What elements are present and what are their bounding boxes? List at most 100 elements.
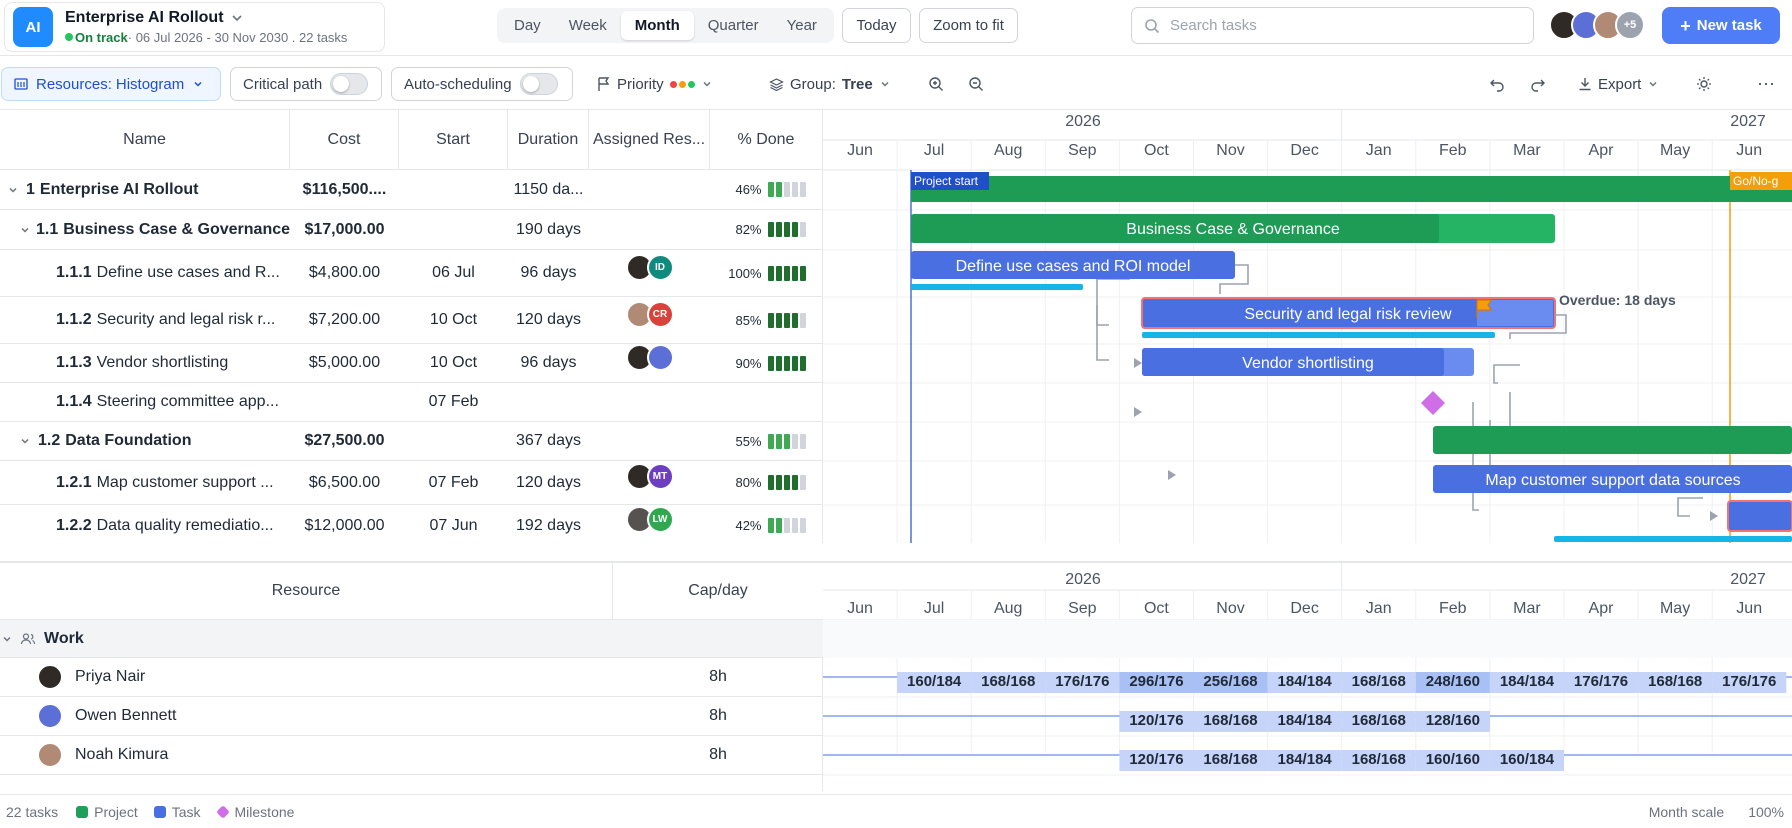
- summary-row[interactable]: 1 Enterprise AI Rollout $116,500.... 1150 d…: [0, 170, 822, 210]
- column-header-2[interactable]: Start: [399, 110, 508, 170]
- summary-row[interactable]: 1.2 Data Foundation $27,500.00 367 days 55%: [0, 422, 822, 461]
- allocation-label: 256/168: [1203, 673, 1257, 690]
- gantt-chart: 2026 2027 Jun Jul Aug Sep Oct Nov Dec Jan Feb Mar Ap…: [823, 110, 1792, 543]
- legend-project: Project: [76, 804, 138, 820]
- more-horizontal-icon: ⋯: [1757, 73, 1776, 94]
- summary-row[interactable]: 1.1 Business Case & Governance $17,000.00 1…: [0, 210, 822, 250]
- capacity-column-header[interactable]: Cap/day: [613, 563, 823, 620]
- resource-group-row[interactable]: Work: [0, 620, 823, 658]
- assigned-cell[interactable]: CR: [589, 297, 710, 343]
- resource-column-header[interactable]: Resource: [0, 563, 613, 620]
- view-month-button[interactable]: Month: [620, 11, 694, 40]
- task-row[interactable]: 1.2.1 Map customer support ... $6,500.00 07…: [0, 461, 822, 505]
- histogram-month-label: Aug: [994, 600, 1022, 617]
- histogram-month-label: Jun: [1736, 600, 1762, 617]
- capacity-cell: 8h: [709, 668, 727, 685]
- allocation-label: 160/184: [1500, 751, 1555, 768]
- column-header-4[interactable]: Assigned Res...: [589, 110, 710, 170]
- summary-bar[interactable]: [1433, 426, 1792, 454]
- cost-cell: $7,200.00: [308, 311, 381, 328]
- task-bar[interactable]: [1727, 500, 1792, 532]
- assigned-cell[interactable]: ID: [589, 250, 710, 296]
- resource-row[interactable]: Owen Bennett 8h: [0, 697, 823, 736]
- allocation-label: 184/184: [1500, 673, 1555, 690]
- avatar: [37, 664, 63, 690]
- milestone-diamond[interactable]: [1421, 391, 1445, 415]
- project-logo: AI: [13, 7, 53, 47]
- zoom-in-button[interactable]: [928, 67, 944, 101]
- progress-mini-bar: [767, 518, 806, 533]
- task-name: Steering committee app...: [96, 393, 279, 410]
- task-grid: Name Cost Start Duration Assigned Res...% Do…: [0, 110, 823, 543]
- assigned-cell[interactable]: [589, 170, 710, 209]
- capacity-cell: 8h: [709, 746, 727, 763]
- critical-path-switch[interactable]: [330, 73, 369, 95]
- histogram-month-label: Apr: [1589, 600, 1615, 617]
- collapse-caret-icon[interactable]: [2, 634, 12, 644]
- today-button[interactable]: Today: [842, 8, 911, 43]
- task-row[interactable]: 1.1.3 Vendor shortlisting $5,000.00 10 Oct 9…: [0, 343, 822, 383]
- histogram-month-label: Jun: [847, 600, 873, 617]
- column-header-3[interactable]: Duration: [508, 110, 589, 170]
- avatar-stack[interactable]: +5: [1549, 10, 1645, 40]
- chevron-down-icon: [192, 78, 204, 90]
- resource-row[interactable]: Noah Kimura 8h: [0, 736, 823, 775]
- undo-button[interactable]: [1489, 67, 1505, 101]
- zoom-to-fit-button[interactable]: Zoom to fit: [919, 8, 1018, 43]
- more-options-button[interactable]: ⋯: [1757, 67, 1776, 101]
- project-card[interactable]: AI Enterprise AI Rollout On track· 06 Ju…: [4, 2, 385, 52]
- status-text: On track: [75, 30, 128, 45]
- task-row[interactable]: 1.1.4 Steering committee app... 07 Feb: [0, 383, 822, 422]
- auto-scheduling-switch[interactable]: [519, 73, 558, 95]
- resource-row[interactable]: Priya Nair 8h: [0, 658, 823, 697]
- group-dropdown[interactable]: Group: Tree: [769, 67, 891, 101]
- view-day-button[interactable]: Day: [500, 11, 555, 40]
- redo-button[interactable]: [1530, 67, 1546, 101]
- cost-cell: $17,000.00: [304, 220, 385, 238]
- name-cell: 1.2.2 Data quality remediatio...: [56, 505, 290, 543]
- assigned-cell[interactable]: [589, 422, 710, 460]
- wbs-number: 1.2.2: [56, 516, 92, 534]
- allocation-label: 160/160: [1426, 751, 1480, 768]
- assigned-cell[interactable]: [589, 343, 710, 382]
- wbs-number: 1: [26, 180, 35, 198]
- export-dropdown[interactable]: Export: [1578, 67, 1659, 101]
- percent-done-cell: 55%: [710, 422, 822, 460]
- resources-view-dropdown[interactable]: Resources: Histogram: [1, 67, 221, 101]
- theme-toggle-button[interactable]: [1696, 67, 1712, 101]
- histogram-month-label: Nov: [1216, 600, 1244, 617]
- percent-text: 80%: [735, 475, 762, 490]
- collapse-caret-icon[interactable]: [20, 436, 32, 446]
- assigned-cell[interactable]: [589, 210, 710, 249]
- assigned-cell[interactable]: LW: [589, 505, 710, 543]
- search-input[interactable]: Search tasks: [1131, 7, 1534, 44]
- chevron-down-icon[interactable]: [230, 11, 244, 25]
- auto-scheduling-toggle[interactable]: Auto-scheduling: [391, 67, 573, 101]
- view-quarter-button[interactable]: Quarter: [694, 11, 773, 40]
- view-year-button[interactable]: Year: [773, 11, 831, 40]
- column-header-5[interactable]: % Done: [710, 110, 822, 170]
- collapse-caret-icon[interactable]: [8, 185, 20, 195]
- column-header-0[interactable]: Name: [0, 110, 290, 170]
- critical-path-toggle[interactable]: Critical path: [230, 67, 382, 101]
- priority-filter[interactable]: Priority: [597, 67, 713, 101]
- zoom-out-button[interactable]: [968, 67, 984, 101]
- project-summary-bar[interactable]: [911, 176, 1792, 202]
- task-row[interactable]: 1.2.2 Data quality remediatio... $12,000.0…: [0, 505, 822, 543]
- assigned-cell[interactable]: [589, 383, 710, 421]
- bar-label: Business Case & Governance: [1126, 221, 1340, 238]
- column-header-1[interactable]: Cost: [290, 110, 399, 170]
- task-row[interactable]: 1.1.2 Security and legal risk r... $7,200.…: [0, 297, 822, 344]
- task-row[interactable]: 1.1.1 Define use cases and R... $4,800.00 0…: [0, 250, 822, 297]
- bar-label: Map customer support data sources: [1485, 472, 1740, 489]
- cost-cell: $4,800.00: [308, 264, 381, 281]
- gantt-month-label: Mar: [1513, 142, 1541, 159]
- allocation-label: 184/184: [1278, 673, 1333, 690]
- new-task-button[interactable]: + New task: [1662, 7, 1780, 44]
- dependency-connector: [1677, 497, 1703, 517]
- assigned-cell[interactable]: MT: [589, 461, 710, 504]
- view-week-button[interactable]: Week: [555, 11, 621, 40]
- name-cell: 1.1 Business Case & Governance: [20, 210, 290, 249]
- collapse-caret-icon[interactable]: [20, 225, 30, 235]
- avatar: LW: [646, 506, 674, 533]
